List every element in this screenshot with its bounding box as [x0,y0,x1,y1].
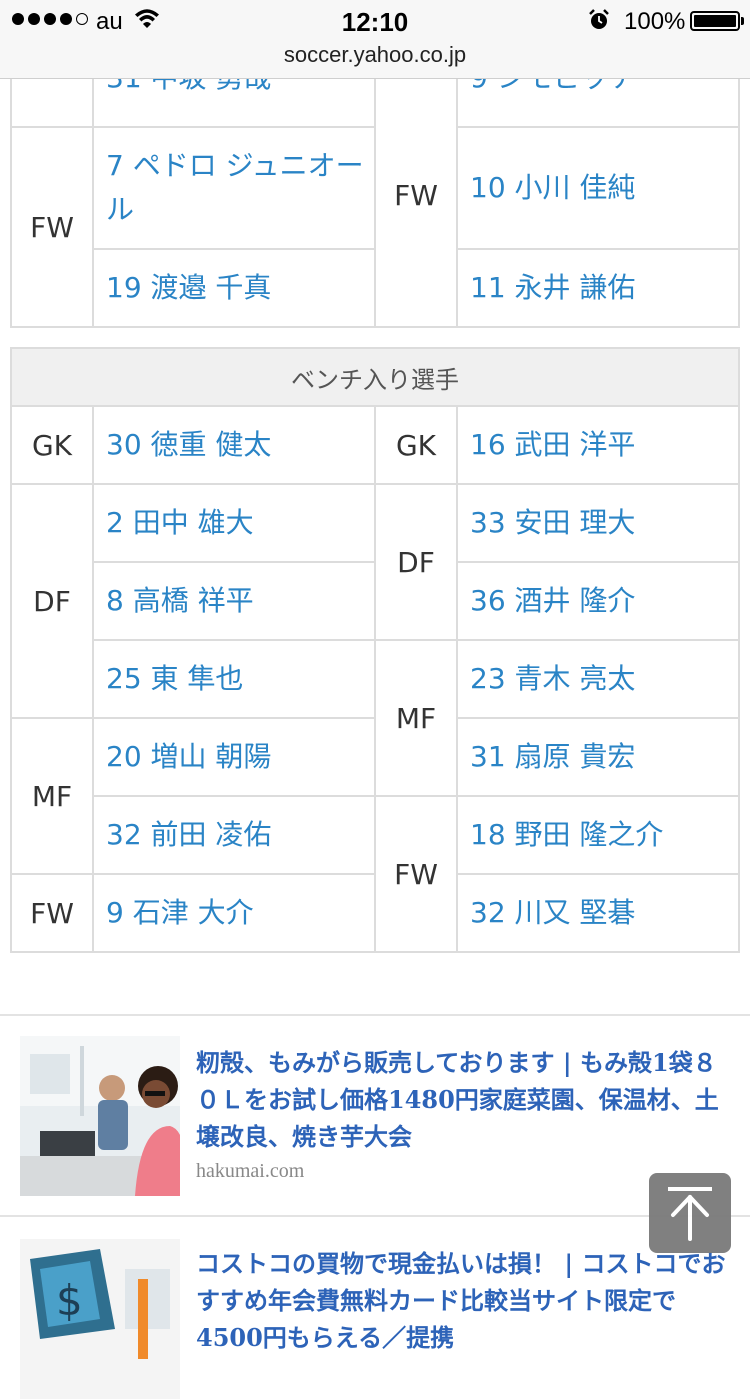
position-cell: DF [374,483,458,641]
position-cell: GK [10,405,94,485]
status-bar: au 12:10 100% [0,0,750,40]
svg-text:$: $ [56,1276,83,1325]
bench-players-table: ベンチ入り選手 GK 30 徳重 健太 GK 16 武田 洋平 DF 2 田中 … [10,347,740,953]
player-link[interactable]: 20 増山 朝陽 [92,717,376,797]
battery-percentage: 100% [624,8,686,35]
ad-domain: hakumai.com [196,1160,305,1182]
position-cell: DF [10,483,94,719]
player-link[interactable]: 2 田中 雄大 [92,483,376,563]
player-link[interactable]: 30 徳重 健太 [92,405,376,485]
sponsored-ad[interactable]: $ コストコの買物で現金払いは損！ | コストコでおすすめ年会費無料カード比較当… [0,1215,750,1399]
player-link[interactable]: 7 ペドロ ジュニオール [92,126,376,250]
url-text[interactable]: soccer.yahoo.co.jp [284,42,466,67]
position-cell: FW [10,126,94,328]
battery-icon [690,11,740,31]
bench-header: ベンチ入り選手 [10,347,740,407]
position-cell: FW [10,873,94,953]
player-link[interactable]: 33 安田 理大 [456,483,740,563]
player-link[interactable]: 32 前田 凌佑 [92,795,376,875]
player-link[interactable]: 19 渡邉 千真 [92,248,376,328]
player-link[interactable]: 18 野田 隆之介 [456,795,740,875]
position-cell: GK [374,405,458,485]
page-content: 31 中坂 勇哉 FW 9 シモビッチ FW 7 ペドロ ジュニオール 10 小… [0,0,750,1399]
player-link[interactable]: 10 小川 佳純 [456,126,740,250]
starting-lineup-table: 31 中坂 勇哉 FW 9 シモビッチ FW 7 ペドロ ジュニオール 10 小… [10,61,740,328]
position-cell: FW [374,795,458,953]
player-link[interactable]: 32 川又 堅碁 [456,873,740,953]
player-link[interactable]: 16 武田 洋平 [456,405,740,485]
player-link[interactable]: 31 扇原 貴宏 [456,717,740,797]
alarm-icon [588,9,610,36]
ad-title-link[interactable]: 籾殻、もみがら販売しております | もみ殻1袋８０Ｌをお試し価格1480円家庭菜… [196,1044,736,1155]
position-cell: MF [10,717,94,875]
url-bar[interactable]: soccer.yahoo.co.jp [0,40,750,79]
player-link[interactable]: 11 永井 謙佑 [456,248,740,328]
player-link[interactable]: 23 青木 亮太 [456,639,740,719]
player-link[interactable]: 8 高橋 祥平 [92,561,376,641]
player-link[interactable]: 36 酒井 隆介 [456,561,740,641]
ad-thumbnail-image[interactable]: $ [20,1239,180,1399]
ad-title-link[interactable]: コストコの買物で現金払いは損！ | コストコでおすすめ年会費無料カード比較当サイ… [196,1245,736,1356]
position-cell: FW [374,62,458,328]
player-link[interactable]: 9 石津 大介 [92,873,376,953]
ad-thumbnail-image[interactable] [20,1036,180,1196]
sponsored-ad[interactable]: 籾殻、もみがら販売しております | もみ殻1袋８０Ｌをお試し価格1480円家庭菜… [0,1014,750,1216]
player-link[interactable]: 25 東 隼也 [92,639,376,719]
position-cell: MF [374,639,458,797]
arrow-up-to-top-icon [668,1187,712,1241]
scroll-to-top-button[interactable] [649,1173,731,1253]
